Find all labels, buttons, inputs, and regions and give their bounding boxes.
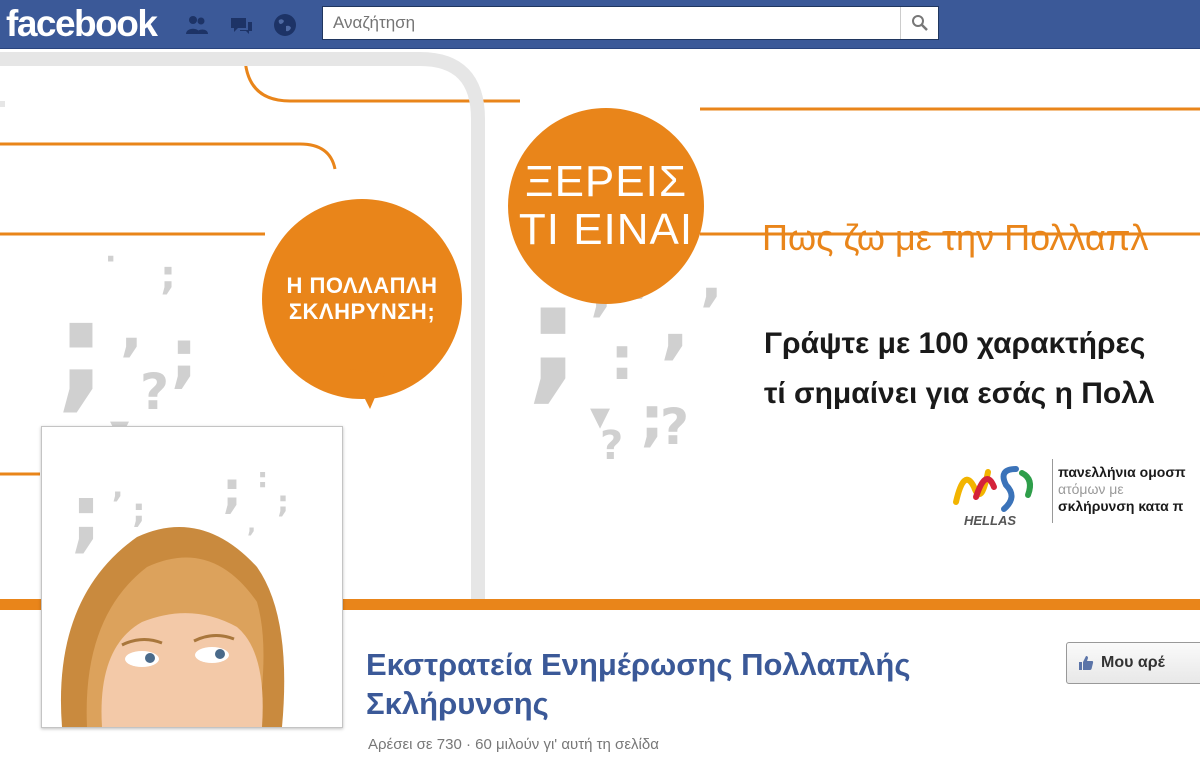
- org-name-text: πανελλήνια ομοσπ ατόμων με σκλήρυνση κατ…: [1058, 464, 1186, 515]
- svg-text:?: ?: [600, 423, 623, 469]
- svg-text:;: ;: [55, 273, 107, 425]
- org-line1: πανελλήνια ομοσπ: [1058, 464, 1186, 480]
- svg-text:,: ,: [660, 275, 690, 368]
- svg-text:?: ?: [660, 398, 689, 456]
- org-line2: ατόμων με: [1058, 481, 1124, 497]
- search-icon: [911, 15, 928, 31]
- svg-text:HELLAS: HELLAS: [964, 513, 1016, 528]
- svg-text:;: ;: [160, 253, 176, 299]
- svg-text:;: ;: [222, 461, 242, 519]
- like-page-button[interactable]: Μου αρέ: [1066, 642, 1200, 684]
- svg-text:,: ,: [247, 510, 256, 538]
- page-title[interactable]: Εκστρατεία Ενημέρωσης Πολλαπλής Σκλήρυνσ…: [366, 645, 1046, 723]
- svg-text:?: ?: [140, 363, 169, 421]
- svg-text:;: ;: [132, 491, 146, 531]
- profile-photo-woman: ; , ; ; : ; , ?: [42, 427, 342, 727]
- ms-hellas-logo: HELLAS: [953, 466, 1033, 528]
- circle-do-you-know: ΞΕΡΕΙΣ ΤΙ ΕΙΝΑΙ: [508, 108, 704, 304]
- speech-bubble-tail: [350, 369, 385, 409]
- search-button[interactable]: [900, 7, 938, 39]
- page-likes-stats: Αρέσει σε 730 · 60 μιλούν γι' αυτή τη σε…: [368, 736, 659, 753]
- org-divider: [1052, 459, 1053, 523]
- circle-ms-question-line2: ΣΚΛΗΡΥΝΣΗ;: [288, 299, 436, 324]
- circle-do-you-know-line2: ΤΙ ΕΙΝΑΙ: [518, 205, 694, 254]
- svg-text::: :: [257, 461, 268, 494]
- svg-text:,: ,: [112, 470, 123, 505]
- org-line3: σκλήρυνση κατα π: [1058, 498, 1184, 514]
- cover-prompt-line1: Γράψτε με 100 χαρακτήρες: [764, 327, 1146, 360]
- svg-text:;: ;: [70, 468, 102, 561]
- svg-text:,: ,: [700, 244, 723, 314]
- svg-text:;: ;: [277, 485, 289, 520]
- facebook-top-bar: facebook: [0, 0, 1200, 49]
- notifications-globe-icon[interactable]: [272, 12, 298, 38]
- facebook-logo[interactable]: facebook: [6, 4, 158, 44]
- friend-requests-icon[interactable]: [184, 12, 210, 38]
- profile-picture[interactable]: ; , ; ; : ; , ?: [41, 426, 343, 728]
- svg-text:;: ;: [170, 314, 198, 396]
- messages-icon[interactable]: [228, 12, 254, 38]
- circle-do-you-know-line1: ΞΕΡΕΙΣ: [524, 157, 688, 206]
- svg-text:·: ·: [105, 242, 116, 277]
- circle-ms-question-line1: Η ΠΟΛΛΑΠΛΗ: [286, 273, 438, 298]
- like-button-label: Μου αρέ: [1101, 654, 1165, 671]
- cover-headline: Πως ζω με την Πολλαπλ: [762, 217, 1149, 258]
- svg-text:,: ,: [120, 294, 143, 364]
- search-input[interactable]: [323, 7, 898, 39]
- svg-text::: :: [610, 324, 634, 394]
- thumbs-up-icon: [1079, 656, 1094, 670]
- search-box[interactable]: [322, 6, 939, 40]
- cover-prompt-line2: τί σημαίνει για εσάς η Πολλ: [764, 377, 1155, 410]
